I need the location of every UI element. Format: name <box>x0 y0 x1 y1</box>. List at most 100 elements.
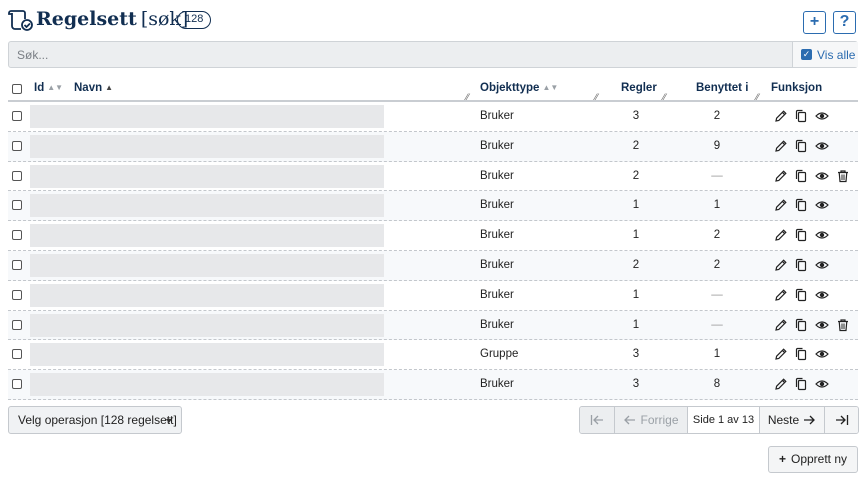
next-page-label: Neste <box>767 413 800 427</box>
edit-icon[interactable] <box>774 169 788 183</box>
edit-icon[interactable] <box>774 139 788 153</box>
first-page-button[interactable] <box>580 407 614 433</box>
row-checkbox[interactable] <box>12 230 22 241</box>
last-page-icon <box>835 415 848 425</box>
edit-icon[interactable] <box>774 288 788 302</box>
edit-icon[interactable] <box>774 109 788 123</box>
next-page-button[interactable]: Neste <box>759 407 824 433</box>
sort-icon: ▲▼ <box>47 83 64 92</box>
table-row[interactable]: Bruker 2 2 <box>8 250 858 281</box>
row-object-type: Bruker <box>480 318 514 331</box>
copy-icon[interactable] <box>794 377 808 391</box>
view-icon[interactable] <box>815 198 829 212</box>
row-checkbox[interactable] <box>12 111 22 121</box>
page-title-main: Regelsett <box>36 8 137 30</box>
table-row[interactable]: Bruker 1 — <box>8 281 858 311</box>
row-rules-count: 1 <box>632 229 640 242</box>
select-all-checkbox[interactable] <box>12 84 22 94</box>
create-new-button[interactable]: + Opprett ny <box>768 446 858 473</box>
operation-select[interactable]: Velg operasjon [128 regelsett] <box>8 406 182 434</box>
table-header: Id ▲▼ Navn ▲ ⁄⁄ Objekttype ▲▼ ⁄⁄ Regler ⁄⁄ … <box>8 77 858 102</box>
table-row[interactable]: Bruker 3 8 <box>8 370 858 400</box>
column-resize-handle[interactable]: ⁄⁄ <box>663 92 666 102</box>
search-input[interactable] <box>9 42 791 67</box>
edit-icon[interactable] <box>774 377 788 391</box>
row-rules-count: 3 <box>632 378 640 391</box>
table-row[interactable]: Bruker 2 9 <box>8 131 858 162</box>
table-row[interactable]: Bruker 3 2 <box>8 102 858 132</box>
edit-icon[interactable] <box>774 228 788 242</box>
column-header-object-type[interactable]: Objekttype ▲▼ <box>480 82 558 94</box>
first-page-icon <box>590 415 603 425</box>
column-header-id[interactable]: Id ▲▼ <box>34 82 63 94</box>
column-header-name[interactable]: Navn ▲ <box>74 82 113 94</box>
view-icon[interactable] <box>815 258 829 272</box>
view-icon[interactable] <box>815 377 829 391</box>
row-object-type: Bruker <box>480 199 514 212</box>
edit-icon[interactable] <box>774 258 788 272</box>
row-name-placeholder <box>30 224 384 248</box>
caret-down-icon <box>166 419 172 423</box>
row-checkbox[interactable] <box>12 349 22 360</box>
edit-icon[interactable] <box>774 318 788 332</box>
show-all-toggle[interactable]: ✓ Vis alle <box>792 42 858 67</box>
edit-icon[interactable] <box>774 347 788 361</box>
view-icon[interactable] <box>815 288 829 302</box>
view-icon[interactable] <box>815 109 829 123</box>
row-object-type: Bruker <box>480 258 514 271</box>
copy-icon[interactable] <box>794 109 808 123</box>
table-row[interactable]: Bruker 1 1 <box>8 191 858 222</box>
edit-icon[interactable] <box>774 198 788 212</box>
help-button[interactable]: ? <box>833 11 856 34</box>
create-new-label: Opprett ny <box>790 452 848 466</box>
copy-icon[interactable] <box>794 139 808 153</box>
row-checkbox[interactable] <box>12 319 22 330</box>
row-checkbox[interactable] <box>12 170 22 181</box>
row-used-in: 1 <box>713 348 721 361</box>
row-checkbox[interactable] <box>12 379 22 390</box>
table-row[interactable]: Bruker 1 — <box>8 310 858 341</box>
column-header-name-label: Navn <box>74 82 103 94</box>
view-icon[interactable] <box>815 228 829 242</box>
row-name-placeholder <box>30 373 384 397</box>
view-icon[interactable] <box>815 318 829 332</box>
view-icon[interactable] <box>815 139 829 153</box>
row-checkbox[interactable] <box>12 140 22 151</box>
row-checkbox[interactable] <box>12 200 22 211</box>
delete-icon[interactable] <box>836 318 850 332</box>
row-object-type: Gruppe <box>480 348 519 361</box>
column-resize-handle[interactable]: ⁄⁄ <box>595 92 598 102</box>
copy-icon[interactable] <box>794 169 808 183</box>
view-icon[interactable] <box>815 169 829 183</box>
row-object-type: Bruker <box>480 139 514 152</box>
row-rules-count: 2 <box>632 169 640 182</box>
copy-icon[interactable] <box>794 347 808 361</box>
column-header-object-type-label: Objekttype <box>480 82 540 94</box>
table-row[interactable]: Bruker 1 2 <box>8 221 858 251</box>
column-header-functions: Funksjon <box>771 82 823 94</box>
column-resize-handle[interactable]: ⁄⁄ <box>466 92 469 102</box>
row-checkbox[interactable] <box>12 289 22 300</box>
row-name-placeholder <box>30 164 384 188</box>
copy-icon[interactable] <box>794 258 808 272</box>
column-header-id-label: Id <box>34 82 45 94</box>
copy-icon[interactable] <box>794 198 808 212</box>
view-icon[interactable] <box>815 347 829 361</box>
row-name-placeholder <box>30 343 384 367</box>
show-all-checkbox[interactable]: ✓ <box>801 49 812 60</box>
row-name-placeholder <box>30 313 384 337</box>
table-row[interactable]: Gruppe 3 1 <box>8 340 858 371</box>
add-button[interactable]: + <box>803 11 826 34</box>
column-resize-handle[interactable]: ⁄⁄ <box>756 92 759 102</box>
page-header: Regelsett [søk] 128 + ? <box>8 6 860 34</box>
prev-page-button[interactable]: Forrige <box>614 407 687 433</box>
copy-icon[interactable] <box>794 318 808 332</box>
copy-icon[interactable] <box>794 228 808 242</box>
row-object-type: Bruker <box>480 288 514 301</box>
copy-icon[interactable] <box>794 288 808 302</box>
delete-icon[interactable] <box>836 169 850 183</box>
row-name-placeholder <box>30 194 384 218</box>
row-checkbox[interactable] <box>12 259 22 270</box>
table-row[interactable]: Bruker 2 — <box>8 162 858 192</box>
last-page-button[interactable] <box>824 407 858 433</box>
